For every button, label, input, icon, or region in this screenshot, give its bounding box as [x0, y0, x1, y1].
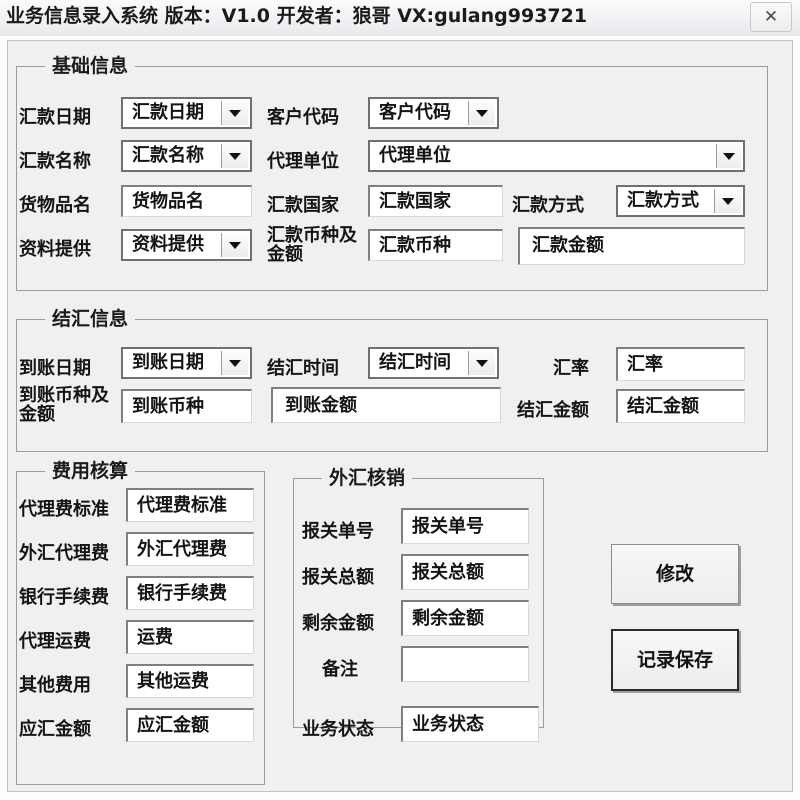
group-settlement-info-title: 结汇信息	[45, 308, 136, 330]
value-payable-amount: 应汇金额	[137, 715, 209, 736]
input-agent-unit[interactable]: 代理单位	[368, 140, 745, 172]
chevron-down-icon[interactable]	[468, 101, 495, 125]
modify-button[interactable]: 修改	[611, 544, 739, 604]
value-remaining-amount: 剩余金额	[412, 608, 484, 629]
label-remittance-country: 汇款国家	[267, 195, 339, 216]
input-remittance-date[interactable]: 汇款日期	[121, 97, 252, 129]
input-bank-service-fee[interactable]: 银行手续费	[126, 576, 254, 610]
value-business-status: 业务状态	[412, 714, 484, 735]
save-record-button[interactable]: 记录保存	[611, 629, 739, 691]
chevron-down-icon[interactable]	[716, 144, 741, 168]
input-agent-fee-standard[interactable]: 代理费标准	[126, 488, 254, 522]
value-arrival-currency: 到账币种	[132, 396, 204, 417]
value-settlement-amount: 结汇金额	[627, 396, 699, 417]
label-exchange-rate: 汇率	[553, 358, 589, 379]
group-cost-accounting-title: 费用核算	[45, 460, 136, 482]
value-other-fee: 其他运费	[137, 671, 209, 692]
value-goods-name: 货物品名	[132, 191, 204, 212]
label-customs-declaration-no: 报关单号	[302, 521, 374, 542]
value-agent-fee-standard: 代理费标准	[137, 495, 227, 516]
chevron-down-icon[interactable]	[221, 233, 248, 257]
chevron-down-icon[interactable]	[221, 144, 248, 168]
input-arrival-amount[interactable]: 到账金额	[271, 387, 501, 423]
chevron-down-icon[interactable]	[468, 351, 495, 375]
label-remittance-date: 汇款日期	[19, 107, 91, 128]
input-remark[interactable]	[401, 646, 529, 682]
value-forex-agent-fee: 外汇代理费	[137, 539, 227, 560]
input-settlement-time[interactable]: 结汇时间	[368, 347, 499, 379]
label-remark: 备注	[322, 659, 358, 680]
label-arrival-currency-amount: 到账币种及金额	[19, 385, 109, 425]
value-customs-declaration-no: 报关单号	[412, 516, 484, 537]
label-customer-code: 客户代码	[267, 107, 339, 128]
chevron-down-icon[interactable]	[221, 351, 248, 375]
input-customer-code[interactable]: 客户代码	[368, 97, 499, 129]
label-remittance-name: 汇款名称	[19, 151, 91, 172]
input-remittance-method[interactable]: 汇款方式	[616, 185, 745, 217]
input-agent-freight[interactable]: 运费	[126, 620, 254, 654]
input-customs-declaration-no[interactable]: 报关单号	[401, 508, 529, 544]
value-remittance-country: 汇款国家	[379, 191, 451, 212]
label-payable-amount: 应汇金额	[19, 719, 91, 740]
value-arrival-amount: 到账金额	[285, 395, 357, 416]
input-arrival-date[interactable]: 到账日期	[121, 347, 252, 379]
input-remittance-country[interactable]: 汇款国家	[368, 185, 503, 217]
title-bar: 业务信息录入系统 版本：V1.0 开发者：狼哥 VX:gulang993721 …	[0, 0, 800, 36]
input-forex-agent-fee[interactable]: 外汇代理费	[126, 532, 254, 566]
input-other-fee[interactable]: 其他运费	[126, 664, 254, 698]
chevron-down-icon[interactable]	[714, 189, 741, 213]
value-remittance-currency: 汇款币种	[379, 235, 451, 256]
input-data-provider[interactable]: 资料提供	[121, 229, 252, 261]
input-customs-total-amount[interactable]: 报关总额	[401, 554, 529, 590]
input-remittance-name[interactable]: 汇款名称	[121, 140, 252, 172]
close-icon[interactable]: ✕	[750, 2, 792, 32]
input-arrival-currency[interactable]: 到账币种	[121, 389, 252, 423]
label-remittance-currency-amount: 汇款币种及金额	[267, 225, 357, 265]
label-bank-service-fee: 银行手续费	[19, 587, 109, 608]
label-forex-agent-fee: 外汇代理费	[19, 543, 109, 564]
input-remittance-amount[interactable]: 汇款金额	[518, 227, 745, 265]
value-bank-service-fee: 银行手续费	[137, 583, 227, 604]
value-remittance-amount: 汇款金额	[532, 235, 604, 256]
window-title: 业务信息录入系统 版本：V1.0 开发者：狼哥 VX:gulang993721	[6, 5, 588, 27]
value-agent-freight: 运费	[137, 627, 173, 648]
label-agent-freight: 代理运费	[19, 631, 91, 652]
label-business-status: 业务状态	[302, 719, 374, 740]
input-remaining-amount[interactable]: 剩余金额	[401, 600, 529, 636]
label-agent-fee-standard: 代理费标准	[19, 499, 109, 520]
value-customs-total-amount: 报关总额	[412, 562, 484, 583]
input-business-status[interactable]: 业务状态	[401, 706, 539, 742]
group-settlement-info: 结汇信息	[16, 308, 768, 452]
input-remittance-currency[interactable]: 汇款币种	[368, 229, 503, 261]
label-customs-total-amount: 报关总额	[302, 567, 374, 588]
label-remittance-method: 汇款方式	[512, 195, 584, 216]
label-data-provider: 资料提供	[19, 239, 91, 260]
chevron-down-icon[interactable]	[221, 101, 248, 125]
label-settlement-time: 结汇时间	[267, 358, 339, 379]
input-settlement-amount[interactable]: 结汇金额	[616, 389, 745, 423]
application-window: 业务信息录入系统 版本：V1.0 开发者：狼哥 VX:gulang993721 …	[0, 0, 800, 800]
label-other-fee: 其他费用	[19, 675, 91, 696]
label-settlement-amount: 结汇金额	[517, 400, 589, 421]
window-client-area: 基础信息 汇款日期 汇款日期 汇款名称 汇款名称 货物品名 货物品名 资料提供 …	[7, 40, 793, 792]
label-remaining-amount: 剩余金额	[302, 613, 374, 634]
input-exchange-rate[interactable]: 汇率	[616, 347, 745, 381]
value-exchange-rate: 汇率	[627, 354, 663, 375]
value-agent-unit: 代理单位	[379, 145, 451, 166]
group-forex-verification-title: 外汇核销	[322, 467, 413, 489]
label-agent-unit: 代理单位	[267, 151, 339, 172]
input-payable-amount[interactable]: 应汇金额	[126, 708, 254, 742]
input-goods-name[interactable]: 货物品名	[121, 185, 252, 217]
group-basic-info-title: 基础信息	[45, 55, 136, 77]
label-arrival-date: 到账日期	[19, 358, 91, 379]
label-goods-name: 货物品名	[19, 195, 91, 216]
